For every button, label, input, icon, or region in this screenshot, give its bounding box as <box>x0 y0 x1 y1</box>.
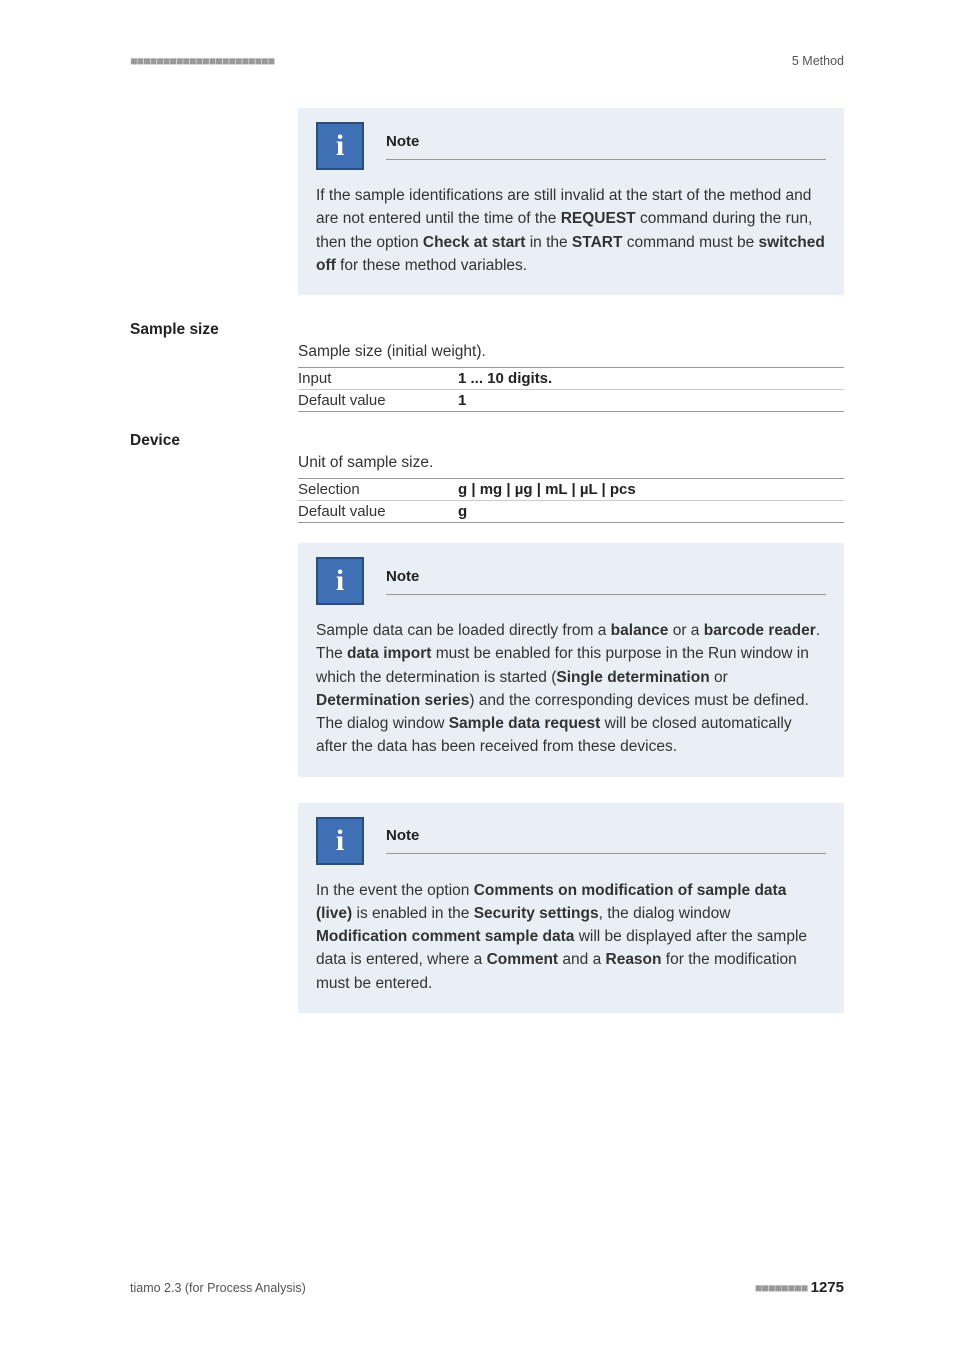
note-body: In the event the option Comments on modi… <box>316 879 826 995</box>
info-icon: i <box>316 122 364 170</box>
note-box: i Note If the sample identifications are… <box>298 108 844 295</box>
param-key: Default value <box>298 503 458 520</box>
footer-product: tiamo 2.3 (for Process Analysis) <box>130 1281 306 1295</box>
sample-size-desc: Sample size (initial weight). <box>298 343 844 361</box>
note-box: i Note Sample data can be loaded directl… <box>298 543 844 777</box>
note-body: If the sample identifications are still … <box>316 184 826 277</box>
param-value: g <box>458 503 467 520</box>
table-row: Default value 1 <box>298 389 844 411</box>
note-title: Note <box>386 827 419 844</box>
header-marks: ■■■■■■■■■■■■■■■■■■■■■■ <box>130 54 274 68</box>
param-value: g | mg | µg | mL | µL | pcs <box>458 481 636 498</box>
info-icon: i <box>316 817 364 865</box>
param-value: 1 ... 10 digits. <box>458 370 552 387</box>
device-table: Selection g | mg | µg | mL | µL | pcs De… <box>298 478 844 523</box>
table-row: Selection g | mg | µg | mL | µL | pcs <box>298 479 844 500</box>
section-label-sample-size: Sample size <box>130 321 844 339</box>
table-row: Input 1 ... 10 digits. <box>298 368 844 389</box>
page-number: 1275 <box>811 1279 844 1296</box>
sample-size-table: Input 1 ... 10 digits. Default value 1 <box>298 367 844 412</box>
device-desc: Unit of sample size. <box>298 454 844 472</box>
param-key: Selection <box>298 481 458 498</box>
page-footer: tiamo 2.3 (for Process Analysis) ■■■■■■■… <box>130 1279 844 1296</box>
param-key: Default value <box>298 392 458 409</box>
page-header: ■■■■■■■■■■■■■■■■■■■■■■ 5 Method <box>130 54 844 68</box>
info-icon: i <box>316 557 364 605</box>
table-row: Default value g <box>298 500 844 522</box>
note-title: Note <box>386 568 419 585</box>
param-key: Input <box>298 370 458 387</box>
header-chapter: 5 Method <box>792 54 844 68</box>
footer-marks: ■■■■■■■■ <box>755 1281 807 1295</box>
section-label-device: Device <box>130 432 844 450</box>
note-title: Note <box>386 133 419 150</box>
note-body: Sample data can be loaded directly from … <box>316 619 826 759</box>
note-box: i Note In the event the option Comments … <box>298 803 844 1013</box>
param-value: 1 <box>458 392 466 409</box>
